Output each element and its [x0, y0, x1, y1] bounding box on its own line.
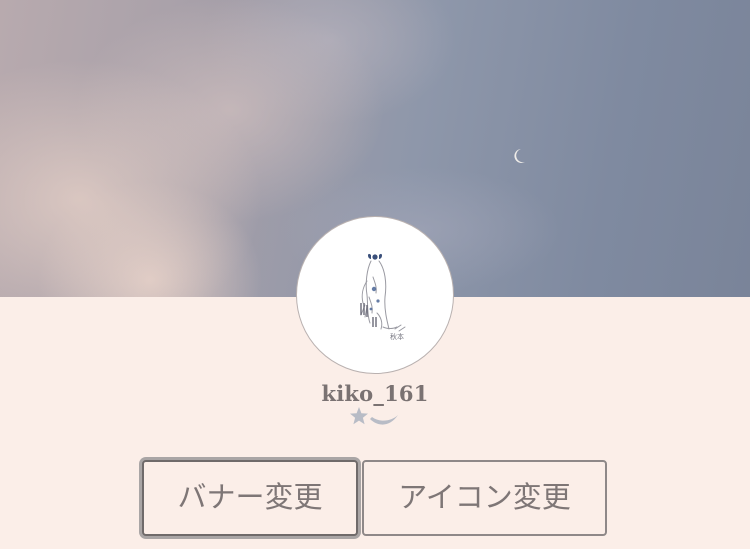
- change-banner-button[interactable]: バナー変更: [142, 460, 358, 536]
- star-moon-icon: [350, 407, 398, 425]
- avatar[interactable]: 秋本: [296, 216, 454, 374]
- username: kiko_161: [321, 381, 429, 406]
- crescent-moon-icon: [514, 149, 525, 163]
- svg-text:秋本: 秋本: [390, 332, 404, 341]
- profile-edit-page: 秋本 kiko_161 バナー変更 アイコン変更: [0, 0, 750, 549]
- change-icon-button[interactable]: アイコン変更: [362, 460, 607, 536]
- avatar-illustration: 秋本: [360, 253, 406, 341]
